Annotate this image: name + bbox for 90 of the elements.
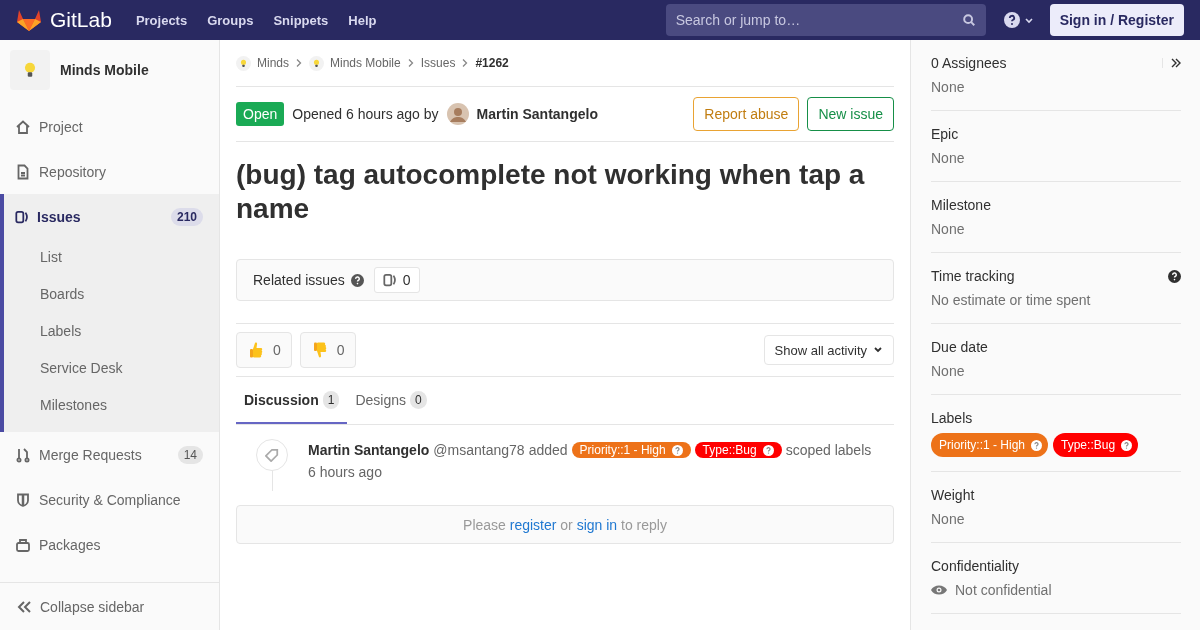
thumbs-up-icon <box>247 341 265 360</box>
nav-link[interactable]: Help <box>348 12 377 28</box>
double-chevron-left-icon <box>16 599 32 614</box>
nav-link[interactable]: Snippets <box>273 12 329 28</box>
breadcrumb-link[interactable]: Issues <box>420 56 456 70</box>
lightbulb-icon <box>239 58 248 68</box>
scoped-label[interactable]: Type::Bug <box>694 442 782 459</box>
section-title: Labels <box>931 410 973 426</box>
brand-name[interactable]: GitLab <box>50 8 112 32</box>
sidebar-item[interactable]: Packages <box>4 522 219 567</box>
section-title: Milestone <box>931 197 991 213</box>
breadcrumb-link[interactable]: Minds Mobile <box>330 56 401 70</box>
section-value: None <box>931 79 965 95</box>
chevron-right-icon <box>406 58 415 68</box>
double-chevron-right-icon[interactable] <box>1171 58 1181 68</box>
breadcrumb-link[interactable]: #1262 <box>475 56 509 70</box>
chevron-right-icon <box>461 58 470 68</box>
fox-logo[interactable] <box>16 8 42 32</box>
sidebar-subitem[interactable]: Milestones <box>4 387 219 424</box>
sidebar-subitem[interactable]: Labels <box>4 313 219 350</box>
related-count[interactable]: 0 <box>373 267 420 294</box>
issues-icon <box>15 209 29 224</box>
author-handle[interactable]: @msantang78 <box>433 439 525 462</box>
merge-request-icon <box>15 446 31 463</box>
help-icon[interactable] <box>350 273 364 287</box>
issues-icon <box>382 273 397 288</box>
issue-title: (bug) tag autocomplete not working when tap a name <box>236 158 866 226</box>
tab-count: 1 <box>322 390 340 409</box>
sidebar-subitem[interactable]: Boards <box>4 276 219 313</box>
section-value: Not confidential <box>955 582 1052 598</box>
sidebar-item[interactable]: Project <box>4 104 219 149</box>
search-field[interactable]: Search or jump to… <box>665 4 986 36</box>
award-button[interactable]: 0 <box>236 332 292 369</box>
author-link[interactable]: Martin Santangelo <box>476 106 598 122</box>
section-value: None <box>931 150 965 166</box>
nav-link[interactable]: Groups <box>207 12 254 28</box>
register-link[interactable]: register <box>509 516 557 533</box>
note-author[interactable]: Martin Santangelo <box>308 439 430 462</box>
section-title: Epic <box>931 126 959 142</box>
section-value: None <box>931 221 965 237</box>
tab[interactable]: Discussion 1 <box>236 377 348 425</box>
sidebar-item[interactable]: Issues 210 <box>4 194 219 239</box>
note-action: added <box>528 441 568 461</box>
help-dropdown-icon[interactable] <box>1003 11 1036 29</box>
document-icon <box>15 163 31 180</box>
sidebar-item[interactable]: Merge Requests 14 <box>4 432 219 477</box>
chevron-down-icon <box>873 346 883 355</box>
section-value: None <box>931 511 965 527</box>
sidebar-subitem[interactable]: Service Desk <box>4 350 219 387</box>
lightbulb-icon <box>312 58 321 68</box>
note-time: 6 hours ago <box>308 463 382 483</box>
package-icon <box>15 536 31 553</box>
section-title: Weight <box>931 487 975 503</box>
count-badge: 210 <box>170 207 203 226</box>
group-avatar[interactable] <box>236 55 251 71</box>
shield-icon <box>15 491 31 508</box>
sidebar-item[interactable]: Repository <box>4 149 219 194</box>
eye-icon <box>931 584 947 596</box>
sidebar-item[interactable]: Security & Compliance <box>4 477 219 522</box>
award-button[interactable]: 0 <box>299 332 356 369</box>
status-badge: Open <box>236 102 285 126</box>
chevron-right-icon <box>295 58 303 68</box>
new-issue-button[interactable]: New issue <box>807 97 894 131</box>
sidebar-subitem[interactable]: List <box>4 239 219 276</box>
scoped-label[interactable]: Type::Bug <box>1053 433 1139 457</box>
search-icon[interactable] <box>961 13 976 27</box>
avatar[interactable] <box>446 103 469 125</box>
breadcrumb-link[interactable]: Minds <box>257 56 289 70</box>
project-name[interactable]: Minds Mobile <box>60 62 149 78</box>
section-value: No estimate or time spent <box>931 292 1091 308</box>
nav-link[interactable]: Projects <box>135 12 188 28</box>
related-issues-heading: Related issues <box>253 272 345 289</box>
reply-prompt: Please register or sign in to reply <box>463 516 667 533</box>
home-icon <box>15 118 31 135</box>
sign-in-link[interactable]: sign in <box>576 516 618 533</box>
section-title: Time tracking <box>931 268 1015 284</box>
report-abuse-button[interactable]: Report abuse <box>693 97 800 131</box>
group-avatar[interactable] <box>309 55 324 71</box>
count-badge: 14 <box>177 445 203 464</box>
section-value: None <box>931 363 965 379</box>
tab[interactable]: Designs 0 <box>347 377 435 425</box>
section-title: Confidentiality <box>931 558 1019 574</box>
section-title: 0 Assignees <box>931 55 1007 71</box>
section-title: Due date <box>931 339 988 355</box>
note-suffix: scoped labels <box>785 441 872 461</box>
sign-in-button[interactable]: Sign in / Register <box>1049 4 1184 36</box>
activity-filter-dropdown[interactable]: Show all activity <box>763 335 894 366</box>
opened-text: Opened 6 hours ago by <box>292 106 439 122</box>
help-icon[interactable] <box>1168 269 1181 283</box>
tab-count: 0 <box>410 390 427 409</box>
